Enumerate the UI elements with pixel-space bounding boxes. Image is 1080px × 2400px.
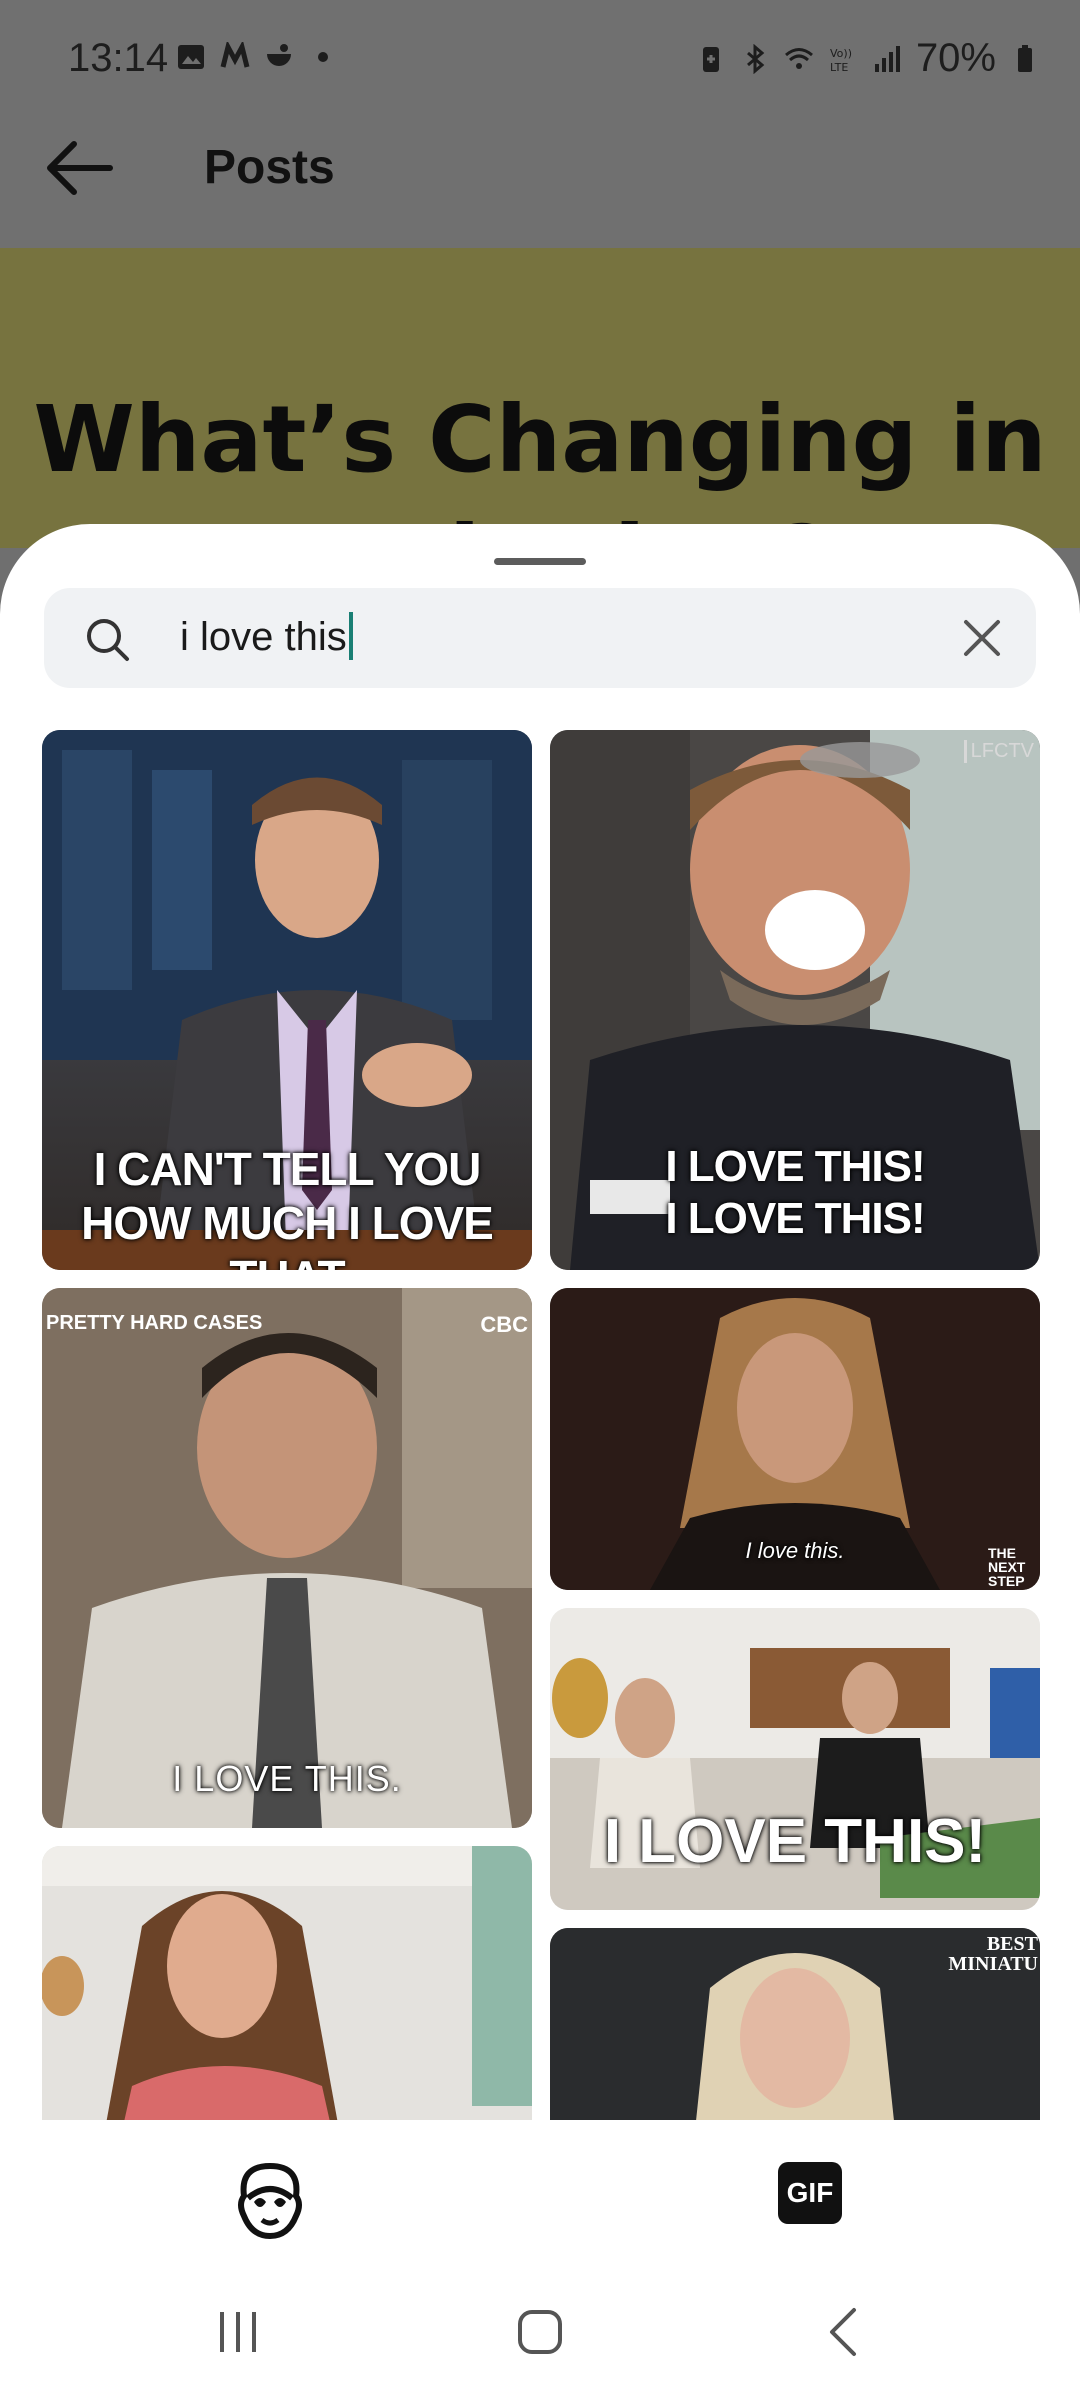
gif-result[interactable]: I CAN'T TELL YOU HOW MUCH I LOVE THAT [42, 730, 532, 1270]
back-arrow-icon[interactable] [40, 136, 120, 200]
gif-caption: I CAN'T TELL YOU [93, 1143, 482, 1195]
gif-result[interactable]: PRETTY HARD CASES CBC I LOVE THIS. [42, 1288, 532, 1828]
gif-picker-sheet: i love this I CAN'T TELL YOU HOW MUCH I … [0, 524, 1080, 2400]
signal-icon [874, 45, 900, 72]
image-icon [178, 45, 204, 69]
search-query: i love this [180, 615, 347, 659]
recent-apps-icon[interactable] [208, 2302, 268, 2362]
status-time: 13:14 [68, 36, 169, 80]
wifi-icon [784, 47, 813, 69]
show-watermark: PRETTY HARD CASES [46, 1312, 263, 1334]
search-icon [87, 619, 129, 661]
search-input[interactable]: i love this [180, 612, 353, 660]
notification-icons [176, 42, 338, 72]
app-bar [0, 120, 1080, 248]
status-bar: 13:14 Vo)) LTE 70% [0, 0, 1080, 120]
battery-icon [1018, 44, 1032, 72]
gif-tab[interactable]: GIF [778, 2162, 842, 2224]
volte-icon: Vo))LTE [830, 47, 852, 74]
network-watermark: CBC [480, 1312, 528, 1337]
battery-percent: 70% [915, 36, 996, 80]
page-title: Posts [204, 141, 335, 194]
gif-caption: I LOVE THIS! [603, 1807, 987, 1876]
sheet-drag-handle[interactable] [494, 558, 586, 565]
bluetooth-icon [746, 43, 765, 74]
text-caret [348, 612, 353, 660]
channel-watermark: LFCTV [963, 740, 1034, 763]
show-watermark: THE NEXT STEP [988, 1545, 1026, 1589]
system-icons: Vo)) LTE 70% [696, 36, 1040, 81]
svg-text:Vo)): Vo)) [830, 47, 852, 60]
cooking-pot-icon [267, 44, 291, 66]
sticker-face-icon[interactable] [230, 2160, 310, 2240]
search-bar[interactable]: i love this [44, 588, 1036, 688]
article-title: What’s Changing in [33, 386, 1047, 493]
gif-caption: HOW MUCH I LOVE THAT [81, 1197, 494, 1270]
gif-sheet-tab-bar [0, 2120, 1080, 2270]
gif-caption: I LOVE THIS. [172, 1758, 402, 1799]
gif-result[interactable]: I LOVE THIS! [550, 1608, 1040, 1910]
dot-icon [318, 52, 328, 62]
article-header: What’s Changing in Marketing? [0, 248, 1080, 548]
gif-result[interactable]: I love this. THE NEXT STEP [550, 1288, 1040, 1590]
gif-caption: I love this. [745, 1538, 845, 1563]
close-icon[interactable] [958, 614, 1006, 662]
gif-result[interactable]: LFCTV I LOVE THIS! I LOVE THIS! [550, 730, 1040, 1270]
show-watermark: BEST MINIATU [948, 1933, 1038, 1975]
home-icon[interactable] [510, 2302, 570, 2362]
svg-text:LTE: LTE [830, 61, 848, 74]
m-app-icon [220, 42, 250, 68]
battery-saver-icon [702, 46, 719, 72]
gif-caption: I LOVE THIS! [665, 1194, 925, 1243]
gif-thumbnail [42, 1288, 532, 1828]
back-icon[interactable] [814, 2302, 874, 2362]
gif-caption: I LOVE THIS! [665, 1142, 925, 1191]
